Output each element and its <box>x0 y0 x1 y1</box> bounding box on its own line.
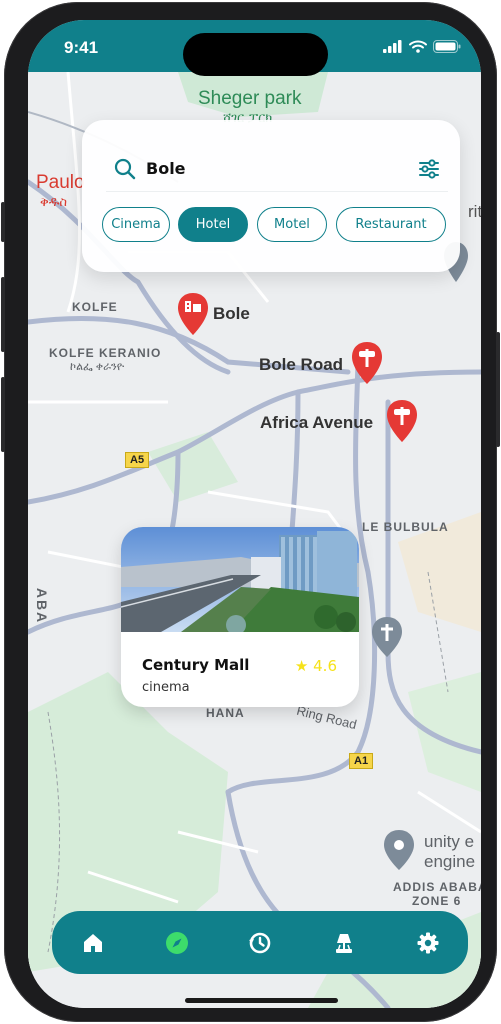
phone-frame: Sheger park ሸገር ፓርክ Paulo ቅዱስ ritis KOLF… <box>1 2 500 1022</box>
map-label-a5: A5 <box>125 452 150 468</box>
filter-sliders-icon[interactable] <box>418 158 440 180</box>
map-label-a1: A1 <box>349 753 374 769</box>
map-label-aba: ABA <box>34 587 51 625</box>
map-label-paulo: Paulo <box>36 172 85 193</box>
map-label-hana: HANA <box>206 706 245 720</box>
map-label-kolfe-keranio-amharic: ኮልፌ ቀራንዮ <box>70 361 125 373</box>
map-pin-label-africa-avenue: Africa Avenue <box>260 413 374 432</box>
settings-icon <box>417 932 439 954</box>
bottom-navigation <box>52 911 468 974</box>
map-pin-label-bole: Bole <box>213 304 250 323</box>
filter-chip-restaurant[interactable]: Restaurant <box>336 207 446 242</box>
map-pin-label-bole-road: Bole Road <box>259 355 344 374</box>
map-label-sheger-park: Sheger park <box>198 88 302 109</box>
hospital-sign-icon <box>387 400 417 442</box>
screen: Sheger park ሸገር ፓርክ Paulo ቅዱስ ritis KOLF… <box>28 20 481 1008</box>
filter-chip-motel[interactable]: Motel <box>257 207 327 242</box>
place-name: Century Mall <box>142 656 250 674</box>
map-label-le-bulbula: LE BULBULA <box>362 520 449 534</box>
rating-value: 4.6 <box>313 657 337 675</box>
map-label-unity-line2: engine <box>424 852 476 871</box>
mute-switch <box>1 202 5 242</box>
map-label-kolfe-keranio: KOLFE KERANIO <box>49 346 162 360</box>
map-place-marker-grey[interactable] <box>372 617 402 661</box>
hospital-sign-icon <box>352 342 382 384</box>
dynamic-island <box>183 33 328 76</box>
map-label-ritis: ritis <box>468 202 481 221</box>
volume-up-button <box>1 277 5 352</box>
compass-icon <box>166 932 188 954</box>
search-card: Bole Cinema Hotel Motel Restaurant <box>82 120 460 272</box>
status-icons <box>383 40 461 53</box>
home-icon <box>84 934 102 952</box>
map-label-addis-line1: ADDIS ABABA <box>393 880 481 894</box>
map-pin-bole-road[interactable] <box>352 342 382 388</box>
home-indicator[interactable] <box>185 998 338 1003</box>
hotel-icon <box>178 293 208 335</box>
place-photo <box>121 527 359 635</box>
map-label-addis-line2: ZONE 6 <box>412 894 462 908</box>
place-card[interactable]: Century Mall cinema ★ 4.6 <box>121 527 359 707</box>
search-input[interactable]: Bole <box>146 159 186 178</box>
wifi-icon <box>409 40 427 53</box>
lamp-icon <box>336 934 352 953</box>
map-pin-africa-avenue[interactable] <box>387 400 417 446</box>
map-place-marker-grey[interactable] <box>384 830 414 874</box>
history-icon <box>249 932 271 954</box>
status-time: 9:41 <box>64 38 99 57</box>
battery-icon <box>433 40 461 53</box>
search-bar[interactable]: Bole <box>106 146 448 192</box>
map-pin-bole[interactable] <box>178 293 208 339</box>
map-label-kolfe: KOLFE <box>72 300 118 314</box>
search-icon <box>114 158 136 180</box>
filter-chip-cinema[interactable]: Cinema <box>102 207 170 242</box>
nav-settings[interactable] <box>416 931 440 955</box>
filter-chip-hotel[interactable]: Hotel <box>178 207 248 242</box>
volume-down-button <box>1 377 5 452</box>
place-category: cinema <box>142 680 190 695</box>
power-button <box>496 332 500 447</box>
nav-history[interactable] <box>248 931 272 955</box>
nav-places[interactable] <box>332 931 356 955</box>
nav-explore[interactable] <box>165 931 189 955</box>
place-rating: ★ 4.6 <box>295 657 337 675</box>
map-label-paulo-amharic: ቅዱስ <box>40 194 67 209</box>
nav-home[interactable] <box>81 931 105 955</box>
cellular-signal-icon <box>383 40 402 53</box>
star-icon: ★ <box>294 657 309 675</box>
map-label-unity-line1: unity e <box>424 832 475 851</box>
